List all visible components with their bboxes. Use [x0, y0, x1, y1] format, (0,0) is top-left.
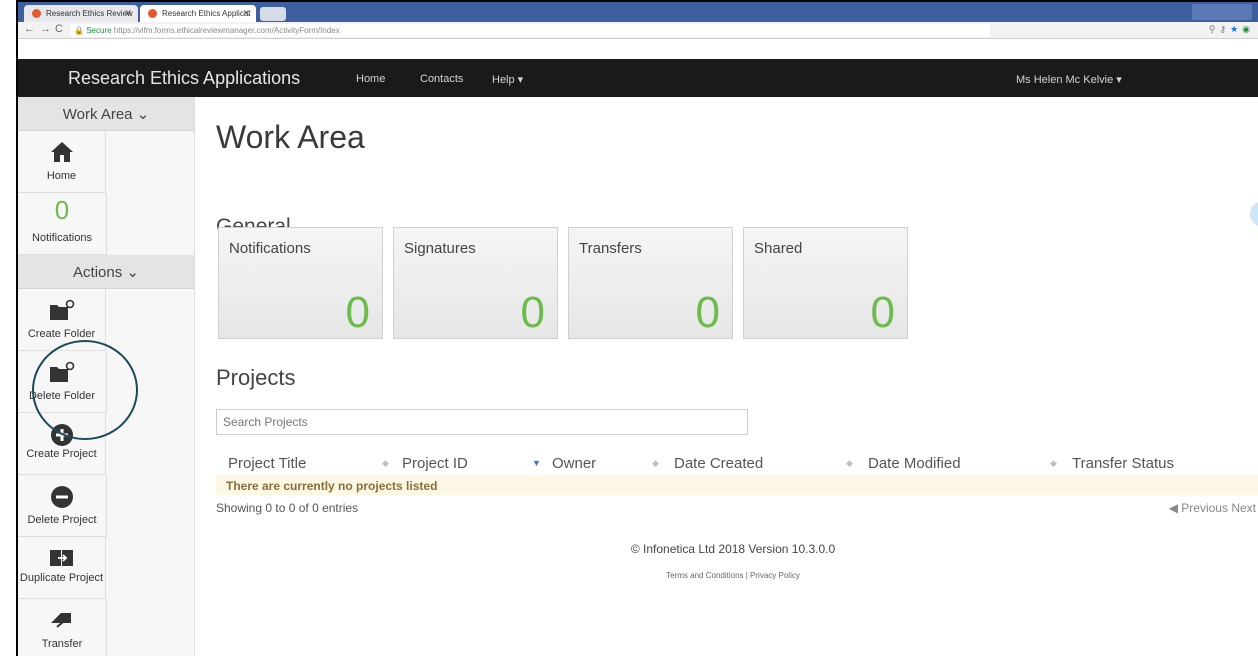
sort-icon[interactable]: ◆ — [846, 458, 853, 469]
sidebar: Work Area ⌄ Home 0 Notifications Actions… — [18, 97, 195, 656]
sort-icon[interactable]: ◆ — [1050, 458, 1057, 469]
secure-label: Secure — [86, 26, 112, 35]
transfer-button[interactable]: Transfer — [18, 599, 107, 656]
nav-contacts-link[interactable]: Contacts — [420, 73, 463, 85]
transfers-card[interactable]: Transfers 0 — [568, 227, 733, 339]
address-bar: ← → C 🔒 Secure https://vifm.forms.ethica… — [18, 22, 1258, 39]
shared-card[interactable]: Shared 0 — [743, 227, 908, 339]
transfer-label: Transfer — [41, 638, 83, 650]
delete-project-label: Delete Project — [27, 514, 97, 526]
work-area-grid: Home 0 Notifications — [18, 131, 194, 255]
nav-home-link[interactable]: Home — [356, 73, 385, 85]
folder-remove-icon — [18, 361, 106, 385]
card-title: Signatures — [404, 240, 476, 257]
next-page-button[interactable]: Next — [1231, 501, 1256, 515]
notifications-count: 0 — [54, 195, 70, 225]
reload-icon[interactable]: C — [55, 23, 63, 35]
col-date-created[interactable]: Date Created — [674, 455, 763, 472]
create-folder-button[interactable]: Create Folder — [18, 289, 106, 351]
browser-window: Research Ethics Review ✕ Research Ethics… — [16, 0, 1258, 656]
actions-toggle[interactable]: Actions ⌄ — [18, 255, 194, 289]
card-value: 0 — [695, 288, 720, 337]
bookmark-star-icon[interactable]: ★ — [1230, 24, 1242, 34]
window-controls[interactable] — [1192, 4, 1252, 20]
favicon-icon — [148, 9, 157, 18]
home-tile[interactable]: Home — [18, 131, 106, 193]
browser-tab-bar: Research Ethics Review ✕ Research Ethics… — [18, 2, 1258, 22]
footer-links[interactable]: Terms and Conditions | Privacy Policy — [211, 571, 1255, 580]
browser-tab-review[interactable]: Research Ethics Review ✕ — [24, 5, 138, 22]
duplicate-project-button[interactable]: Duplicate Project — [18, 537, 106, 599]
signatures-card[interactable]: Signatures 0 — [393, 227, 558, 339]
folder-add-icon — [18, 299, 105, 323]
entries-info: Showing 0 to 0 of 0 entries — [216, 501, 359, 515]
url-field[interactable]: 🔒 Secure https://vifm.forms.ethicalrevie… — [70, 24, 990, 37]
close-tab-icon[interactable]: ✕ — [242, 8, 250, 19]
house-icon — [18, 141, 105, 165]
new-tab-button[interactable] — [260, 7, 286, 21]
footer-copyright: © Infonetica Ltd 2018 Version 10.3.0.0 — [630, 542, 836, 556]
extension-icon[interactable]: ◉ — [1242, 24, 1254, 34]
back-arrow-icon[interactable]: ← — [24, 23, 35, 35]
projects-table-header: Project Title ◆ Project ID ▼ Owner ◆ Dat… — [216, 453, 1258, 475]
delete-folder-button[interactable]: Delete Folder — [18, 351, 107, 413]
col-transfer-status[interactable]: Transfer Status — [1072, 455, 1174, 472]
plus-circle-icon — [18, 423, 105, 447]
duplicate-icon — [18, 547, 105, 571]
delete-folder-label: Delete Folder — [28, 390, 96, 402]
brand-title[interactable]: Research Ethics Applications — [68, 68, 300, 89]
tab-label: Research Ethics Applicat — [162, 9, 251, 18]
card-value: 0 — [870, 288, 895, 337]
actions-grid: Create Folder Delete Folder Create Proje… — [18, 289, 194, 656]
sort-icon[interactable]: ◆ — [382, 458, 389, 469]
help-bubble-icon[interactable] — [1250, 201, 1258, 227]
page-title: Work Area — [216, 119, 365, 155]
address-bar-icons: ⚲⚷★◉ — [1209, 24, 1254, 35]
home-label: Home — [46, 170, 77, 182]
col-date-modified[interactable]: Date Modified — [868, 455, 961, 472]
lock-icon: 🔒 — [74, 26, 84, 35]
card-value: 0 — [520, 288, 545, 337]
minus-circle-icon — [18, 485, 106, 509]
pagination: ◀ Previous Next — [1169, 501, 1256, 515]
col-owner[interactable]: Owner — [552, 455, 596, 472]
delete-project-button[interactable]: Delete Project — [18, 475, 107, 537]
card-title: Shared — [754, 240, 803, 257]
key-icon[interactable]: ⚷ — [1219, 24, 1230, 34]
app-navbar: Research Ethics Applications Home Contac… — [18, 59, 1258, 97]
create-project-button[interactable]: Create Project — [18, 413, 106, 475]
close-tab-icon[interactable]: ✕ — [124, 8, 132, 19]
browser-tab-applications[interactable]: Research Ethics Applicat ✕ — [140, 5, 256, 22]
card-title: Notifications — [229, 240, 311, 257]
favicon-icon — [32, 9, 41, 18]
projects-heading: Projects — [216, 365, 296, 390]
col-project-title[interactable]: Project Title — [228, 455, 306, 472]
sort-icon[interactable]: ◆ — [652, 458, 659, 469]
card-title: Transfers — [579, 240, 642, 257]
col-project-id[interactable]: Project ID — [402, 455, 468, 472]
forward-arrow-icon[interactable]: → — [40, 23, 51, 35]
zoom-icon[interactable]: ⚲ — [1209, 24, 1220, 34]
tab-label: Research Ethics Review — [46, 9, 133, 18]
duplicate-project-label: Duplicate Project — [19, 572, 104, 584]
notifications-tile[interactable]: 0 Notifications — [18, 193, 107, 255]
create-folder-label: Create Folder — [27, 328, 96, 340]
card-value: 0 — [345, 288, 370, 337]
sort-desc-icon[interactable]: ▼ — [532, 458, 541, 468]
search-projects-input[interactable] — [216, 409, 748, 435]
notifications-card[interactable]: Notifications 0 — [218, 227, 383, 339]
notifications-label: Notifications — [32, 232, 92, 244]
nav-help-menu[interactable]: Help ▾ — [492, 73, 523, 86]
url-text: https://vifm.forms.ethicalreviewmanager.… — [113, 26, 340, 35]
empty-table-message: There are currently no projects listed — [216, 475, 1258, 495]
main-content: Work Area General Notifications 0 Signat… — [216, 97, 1258, 656]
previous-page-button[interactable]: ◀ Previous — [1169, 501, 1228, 515]
create-project-label: Create Project — [26, 448, 97, 460]
user-menu[interactable]: Ms Helen Mc Kelvie ▾ — [1016, 73, 1122, 86]
transfer-icon — [18, 609, 106, 633]
work-area-toggle[interactable]: Work Area ⌄ — [18, 97, 194, 131]
